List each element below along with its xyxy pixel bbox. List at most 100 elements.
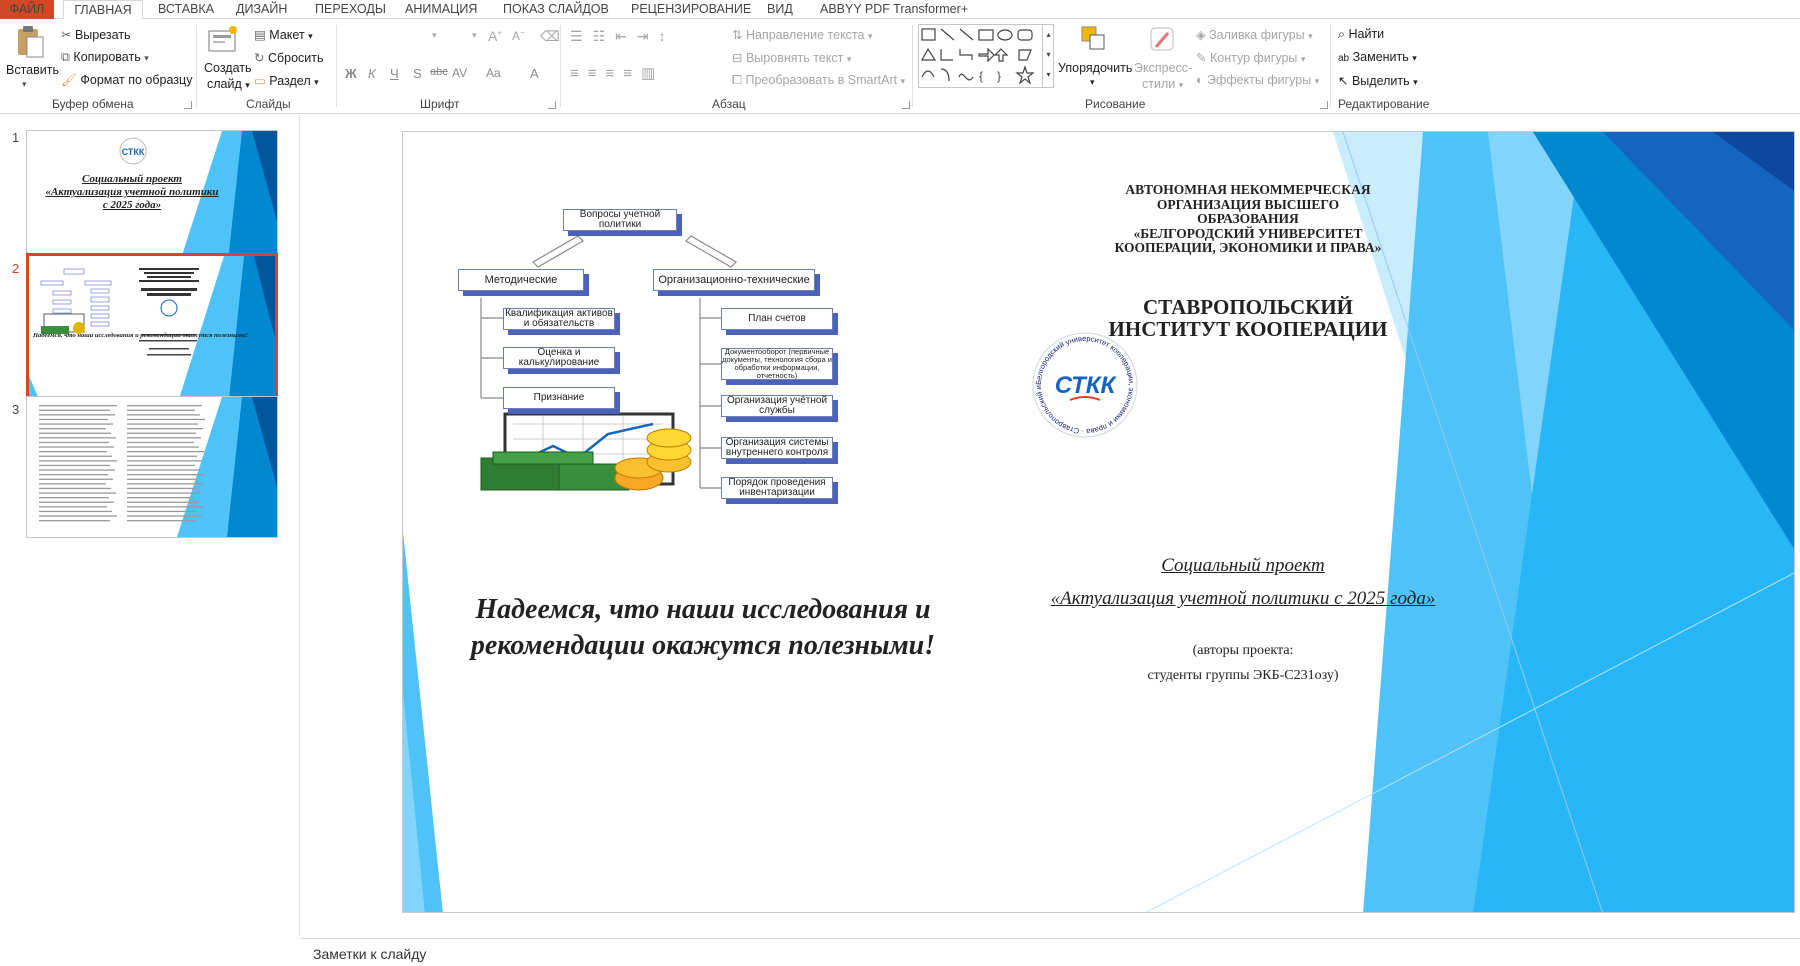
paint-bucket-icon: ◈ xyxy=(1196,28,1206,42)
find-button[interactable]: ⌕ Найти xyxy=(1338,27,1384,42)
quick-styles-label-1[interactable]: Экспресс- xyxy=(1134,61,1192,75)
quick-styles-icon[interactable] xyxy=(1148,25,1178,55)
thumbnail-text-line xyxy=(39,506,107,508)
thumbnail-text-line xyxy=(127,423,198,425)
drawing-launcher-icon[interactable] xyxy=(1320,101,1328,109)
align-buttons-row[interactable]: ≡≡≡≡▥ xyxy=(570,64,664,82)
font-color-button[interactable]: A xyxy=(530,66,539,81)
clipboard-launcher-icon[interactable] xyxy=(184,101,192,109)
list-buttons-row[interactable]: ☰☷⇤⇥↕ xyxy=(570,28,676,45)
format-painter-button[interactable]: 🖌 Формат по образцу xyxy=(61,73,192,88)
arrange-chevron-icon[interactable]: ▾ xyxy=(1090,77,1095,88)
tab-file[interactable]: ФАЙЛ xyxy=(0,0,54,19)
thumbnail-text-line xyxy=(39,478,113,480)
replace-button[interactable]: ab Заменить ▾ xyxy=(1338,50,1417,64)
thumbnail-text-line xyxy=(39,515,117,517)
thumbnail-text-line xyxy=(127,478,198,480)
thumbnail-text-line xyxy=(39,464,110,467)
slide-thumbnail-3[interactable] xyxy=(26,396,278,538)
new-slide-label-1[interactable]: Создать xyxy=(204,61,252,75)
org-line: АВТОНОМНАЯ НЕКОММЕРЧЕСКАЯ xyxy=(1125,182,1371,197)
quick-styles-button[interactable]: стили ▾ xyxy=(1142,77,1183,91)
grow-font-icon[interactable]: A+ xyxy=(488,28,502,44)
group-separator xyxy=(560,25,561,107)
institute-logo: Белгородский университет кооперации, эко… xyxy=(1030,330,1138,438)
arrange-icon[interactable] xyxy=(1080,25,1110,55)
shrink-font-icon[interactable]: A− xyxy=(512,28,525,43)
thumbnail-text-line xyxy=(127,506,204,508)
align-text-button[interactable]: ⊟ Выровнять текст ▾ xyxy=(732,50,851,65)
strike-button[interactable]: abc xyxy=(430,66,448,78)
tab-transitions[interactable]: ПЕРЕХОДЫ xyxy=(315,0,386,19)
brush-icon: 🖌 xyxy=(61,73,77,87)
shape-outline-button[interactable]: ✎ Контур фигуры ▾ xyxy=(1196,50,1305,65)
tab-home[interactable]: ГЛАВНАЯ xyxy=(63,0,143,19)
diagram-right-item: План счетов xyxy=(721,308,833,330)
scissors-icon: ✂ xyxy=(61,28,72,42)
tab-slideshow[interactable]: ПОКАЗ СЛАЙДОВ xyxy=(503,0,609,19)
shadow-button[interactable]: S xyxy=(413,66,422,81)
paste-dropdown-icon[interactable]: ▾ xyxy=(22,79,27,90)
diagram-right-item: Документооборот (первичные документы, те… xyxy=(721,347,833,380)
thumbnail-text-line xyxy=(39,409,110,411)
new-slide-button[interactable]: слайд ▾ xyxy=(207,77,250,91)
case-button[interactable]: Aa xyxy=(486,66,501,80)
shape-fill-button[interactable]: ◈ Заливка фигуры ▾ xyxy=(1196,27,1313,42)
smartart-button[interactable]: ⧠ Преобразовать в SmartArt ▾ xyxy=(732,73,905,88)
font-family-dropdown[interactable] xyxy=(350,29,470,45)
slide-thumbnail-1[interactable]: СТКК Социальный проект «Актуализация уче… xyxy=(26,130,278,272)
tab-animation[interactable]: АНИМАЦИЯ xyxy=(405,0,477,19)
cut-button[interactable]: ✂ Вырезать xyxy=(61,27,131,42)
indent-less-icon: ⇤ xyxy=(615,28,637,44)
arrange-button[interactable]: Упорядочить xyxy=(1058,61,1132,75)
diagram-left-item: Признание xyxy=(503,387,615,409)
paragraph-launcher-icon[interactable] xyxy=(902,101,910,109)
slide-thumbnail-2[interactable]: Надеемся, что наши исследования и рекоме… xyxy=(26,253,278,400)
gallery-scroll-icon[interactable]: ▴ ▾ ▾ xyxy=(1042,25,1054,87)
spacing-button[interactable]: AV xyxy=(452,66,467,80)
font-launcher-icon[interactable] xyxy=(548,101,556,109)
svg-text:{: { xyxy=(979,69,983,83)
shape-effects-button[interactable]: ◐ Эффекты фигуры ▾ xyxy=(1196,73,1319,87)
thumbnail-text-line xyxy=(39,483,106,485)
paste-icon[interactable] xyxy=(14,25,46,59)
bold-button[interactable]: Ж xyxy=(345,66,357,81)
thumbnail-text-line xyxy=(127,451,204,453)
tab-view[interactable]: ВИД xyxy=(767,0,793,19)
tab-review[interactable]: РЕЦЕНЗИРОВАНИЕ xyxy=(631,0,751,19)
clear-format-icon[interactable]: ⌫ xyxy=(540,28,560,45)
thumbnail-text-line xyxy=(127,483,203,485)
font-family-chevron-icon[interactable]: ▾ xyxy=(432,30,437,41)
layout-button[interactable]: ▤ Макет ▾ xyxy=(254,27,313,42)
paste-button[interactable]: Вставить xyxy=(6,63,59,77)
underline-button[interactable]: Ч xyxy=(390,66,399,81)
project-title-line-2: «Актуализация учетной политики с 2025 го… xyxy=(1050,588,1436,609)
tab-design[interactable]: ДИЗАЙН xyxy=(236,0,287,19)
thumbnail-text-line xyxy=(39,428,106,430)
diagram-left-item: Оценка и калькулирование xyxy=(503,347,615,369)
select-button[interactable]: ↖ Выделить ▾ xyxy=(1338,73,1418,88)
new-slide-icon[interactable] xyxy=(207,25,239,55)
italic-button[interactable]: К xyxy=(368,66,376,81)
text-direction-icon: ⇅ xyxy=(732,28,743,42)
text-direction-button[interactable]: ⇅ Направление текста ▾ xyxy=(732,27,872,42)
font-size-chevron-icon[interactable]: ▾ xyxy=(472,30,477,41)
notes-pane[interactable]: Заметки к слайду xyxy=(301,938,1800,966)
slide-thumbnail-panel[interactable]: 1 СТКК Социальный проект «Актуализация у… xyxy=(0,115,300,936)
tab-insert[interactable]: ВСТАВКА xyxy=(158,0,214,19)
current-slide[interactable]: АВТОНОМНАЯ НЕКОММЕРЧЕСКАЯ ОРГАНИЗАЦИЯ ВЫ… xyxy=(402,131,1795,913)
thumbnail-text-line xyxy=(39,432,111,434)
thumbnail-text-line xyxy=(39,446,114,448)
tab-abbyy[interactable]: ABBYY PDF Transformer+ xyxy=(820,0,968,19)
svg-text:СТКК: СТКК xyxy=(122,147,145,157)
justify-icon: ≡ xyxy=(623,65,642,82)
reset-button[interactable]: ↻ Сбросить xyxy=(254,50,324,65)
shapes-gallery[interactable]: {} ▴ ▾ ▾ xyxy=(918,24,1054,88)
section-button[interactable]: ▭ Раздел ▾ xyxy=(254,73,319,88)
pen-icon: ✎ xyxy=(1196,51,1207,65)
copy-button[interactable]: ⧉ Копировать ▾ xyxy=(61,50,149,65)
slide-editor[interactable]: АВТОНОМНАЯ НЕКОММЕРЧЕСКАЯ ОРГАНИЗАЦИЯ ВЫ… xyxy=(301,115,1800,936)
thumbnail-text-line xyxy=(39,441,109,444)
diagram-right-item: Организация системы внутреннего контроля xyxy=(721,437,833,459)
group-separator xyxy=(196,25,197,107)
